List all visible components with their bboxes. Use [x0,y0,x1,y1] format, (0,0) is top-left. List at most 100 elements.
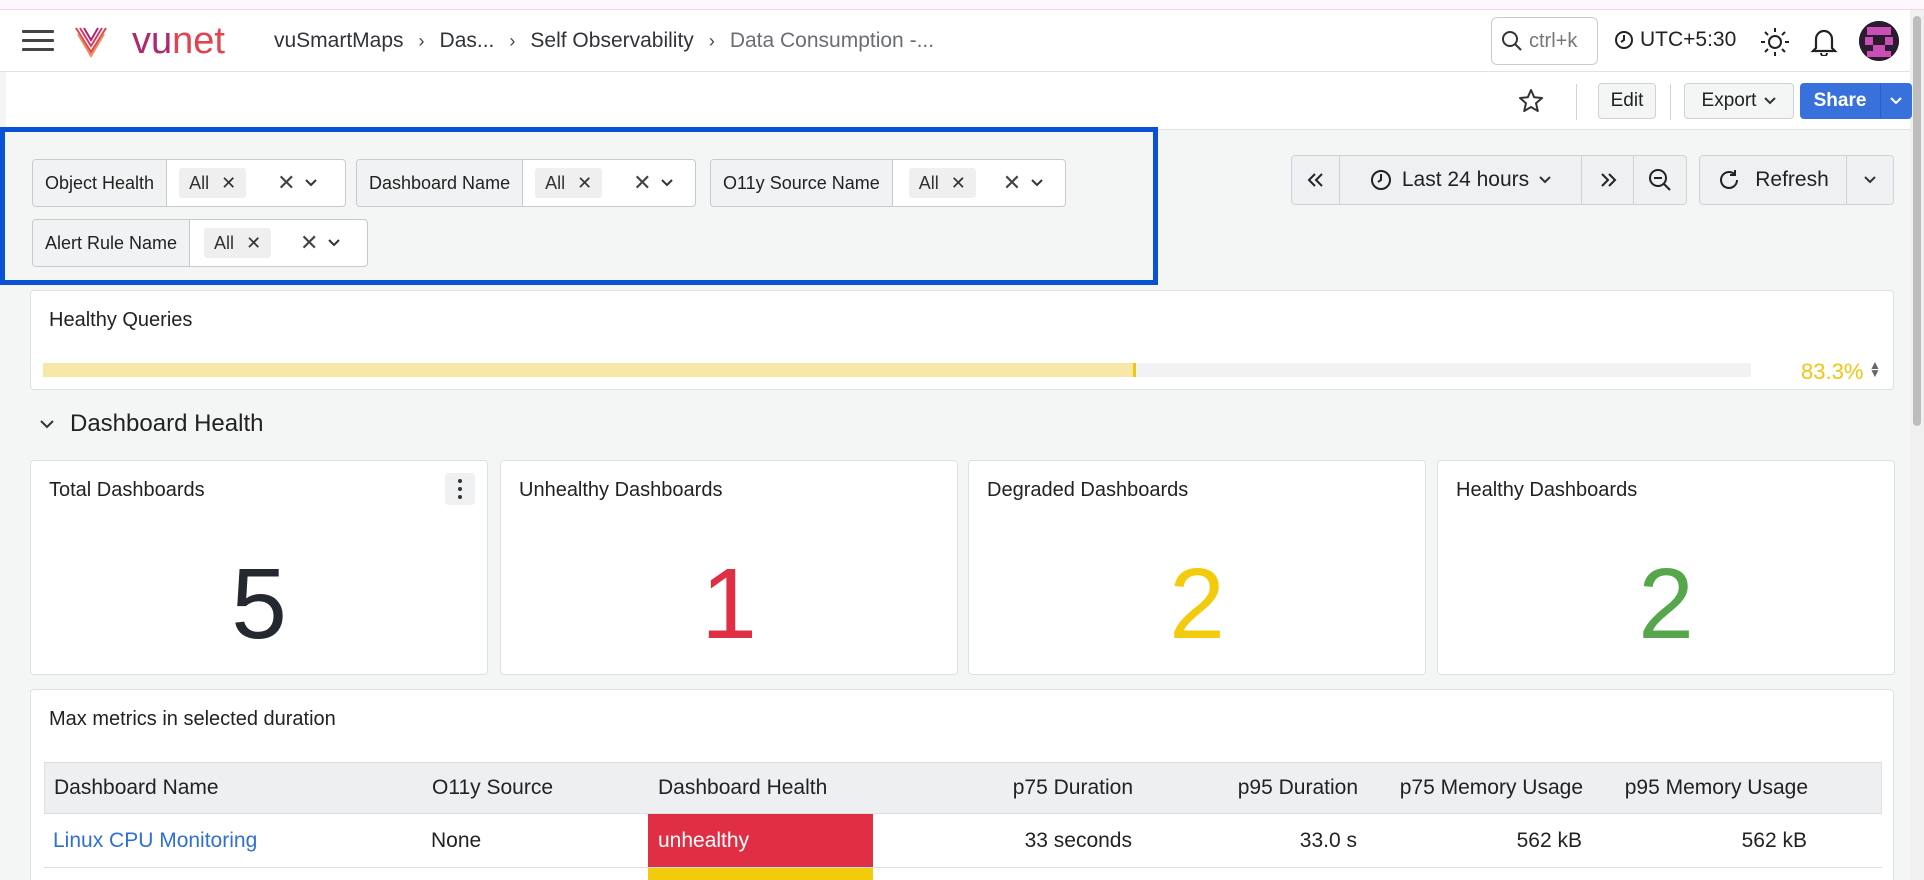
chevron-down-icon[interactable] [328,239,340,247]
filter-value-select[interactable]: All ✕ ✕ [523,160,695,206]
stat-unhealthy-dashboards: Unhealthy Dashboards 1 [500,460,958,675]
filter-dashboard-name: Dashboard Name All ✕ ✕ [356,159,696,207]
share-button[interactable]: Share [1800,83,1880,119]
logo-text-a: vu [132,20,173,62]
time-shift-forward-button[interactable] [1582,156,1634,204]
vunet-logo-text[interactable]: vunet [132,22,225,60]
column-header[interactable]: O11y Source [432,763,553,813]
top-navbar: vunet vuSmartMaps › Das... › Self Observ… [0,10,1910,72]
stat-value: 5 [231,548,287,660]
time-range-label: Last 24 hours [1401,168,1530,191]
chip-remove-icon[interactable]: ✕ [577,173,592,194]
section-dashboard-health-toggle[interactable]: Dashboard Health [40,410,263,438]
timezone-selector[interactable]: UTC+5:30 [1614,28,1736,52]
chip-label: All [545,172,566,193]
filter-alert-rule-name: Alert Rule Name All ✕ ✕ [32,219,368,267]
refresh-label: Refresh [1755,168,1829,191]
clear-icon[interactable]: ✕ [1003,170,1021,196]
filter-value-select[interactable]: All ✕ ✕ [167,160,345,206]
stat-degraded-dashboards: Degraded Dashboards 2 [968,460,1426,675]
user-avatar[interactable] [1859,21,1899,61]
filter-label: Object Health [33,160,168,206]
chevron-down-icon[interactable] [1031,179,1043,187]
export-button[interactable]: Export [1684,83,1794,119]
double-chevron-left-icon [1307,173,1323,187]
filter-object-health: Object Health All ✕ ✕ [32,159,346,207]
column-header[interactable]: Dashboard Health [658,763,827,813]
clear-icon[interactable]: ✕ [277,170,295,196]
stat-value: 2 [1169,548,1225,660]
timezone-label: UTC+5:30 [1640,28,1737,51]
chevron-right-icon: › [509,30,516,51]
column-header[interactable]: p75 Memory Usage [1358,763,1583,813]
column-header[interactable]: Dashboard Name [54,763,219,813]
filter-o11y-source-name: O11y Source Name All ✕ ✕ [710,159,1066,207]
column-header[interactable]: p95 Duration [1133,763,1358,813]
search-shortcut-hint: ctrl+k [1529,29,1578,52]
menu-toggle-icon[interactable] [22,30,54,52]
column-header[interactable]: p95 Memory Usage [1583,763,1808,813]
chip-label: All [189,172,210,193]
metrics-table: Dashboard Name O11y Source Dashboard Hea… [44,762,1882,880]
table-row [44,868,1882,880]
filter-value-select[interactable]: All ✕ ✕ [190,220,367,266]
health-status-cell: unhealthy [648,814,873,867]
filter-label: O11y Source Name [711,160,893,206]
refresh-control: Refresh [1699,155,1894,205]
chevron-down-icon [1864,176,1876,184]
panel-scroll-arrows-icon[interactable]: ▲ ▼ [1869,359,1881,379]
o11y-source-cell: None [431,828,482,852]
star-favorite-icon[interactable] [1518,88,1544,114]
edit-button[interactable]: Edit [1598,83,1656,119]
zoom-out-button[interactable] [1634,156,1686,204]
dashboard-name-link[interactable]: Linux CPU Monitoring [53,814,257,867]
time-shift-back-button[interactable] [1292,156,1340,204]
chevron-right-icon: › [708,30,715,51]
chip-remove-icon[interactable]: ✕ [221,173,236,194]
p95-memory-cell: 562 kB [1741,828,1807,852]
clock-icon [1370,170,1391,190]
refresh-interval-dropdown[interactable] [1847,156,1893,204]
breadcrumb-item-home[interactable]: vuSmartMaps [274,29,404,53]
share-options-button[interactable] [1880,83,1912,119]
page-scrollbar[interactable] [1910,10,1924,880]
chevron-down-icon[interactable] [661,179,673,187]
filter-value-select[interactable]: All ✕ ✕ [893,160,1065,206]
table-row: Linux CPU Monitoring None unhealthy 33 s… [44,814,1882,868]
breadcrumb-current: Data Consumption -... [729,29,935,52]
chip-remove-icon[interactable]: ✕ [951,173,966,194]
filter-chip[interactable]: All ✕ [179,168,247,198]
notification-bell-icon[interactable] [1810,26,1838,56]
dashboard-action-bar: Edit Export Share [6,72,1912,130]
clear-icon[interactable]: ✕ [300,230,318,256]
filter-chip[interactable]: All ✕ [908,168,976,198]
toolbar-divider [1670,84,1671,120]
search-icon [1502,31,1522,51]
healthy-queries-panel: Healthy Queries 83.3% ▲ ▼ [30,290,1894,390]
export-label: Export [1701,90,1757,111]
chevron-down-icon [40,419,54,428]
scrollbar-thumb[interactable] [1913,16,1921,426]
stat-value: 1 [701,548,757,660]
search-button[interactable]: ctrl+k [1491,17,1598,65]
filter-label: Dashboard Name [357,160,524,206]
time-range-picker[interactable]: Last 24 hours [1340,156,1582,204]
max-metrics-panel: Max metrics in selected duration Dashboa… [30,689,1894,880]
filter-variables-panel: Object Health All ✕ ✕ Dashboard Name All ✕… [0,127,1158,285]
table-header-row: Dashboard Name O11y Source Dashboard Hea… [44,762,1882,814]
chevron-right-icon: › [418,30,425,51]
breadcrumb-item-dashboards[interactable]: Das... [440,29,495,53]
clear-icon[interactable]: ✕ [633,170,651,196]
filter-chip[interactable]: All ✕ [535,168,603,198]
refresh-button[interactable]: Refresh [1700,156,1847,204]
chip-remove-icon[interactable]: ✕ [246,233,261,254]
chevron-down-icon[interactable] [305,179,317,187]
breadcrumb-item-self-observability[interactable]: Self Observability [530,29,693,53]
column-header[interactable]: p75 Duration [883,763,1133,813]
theme-sun-icon[interactable] [1760,27,1790,57]
healthy-queries-bar-fill [43,363,1137,377]
panel-menu-button[interactable] [445,473,475,505]
logo-text-b: net [172,20,225,62]
filter-chip[interactable]: All ✕ [204,228,272,258]
panel-title: Max metrics in selected duration [49,708,336,730]
